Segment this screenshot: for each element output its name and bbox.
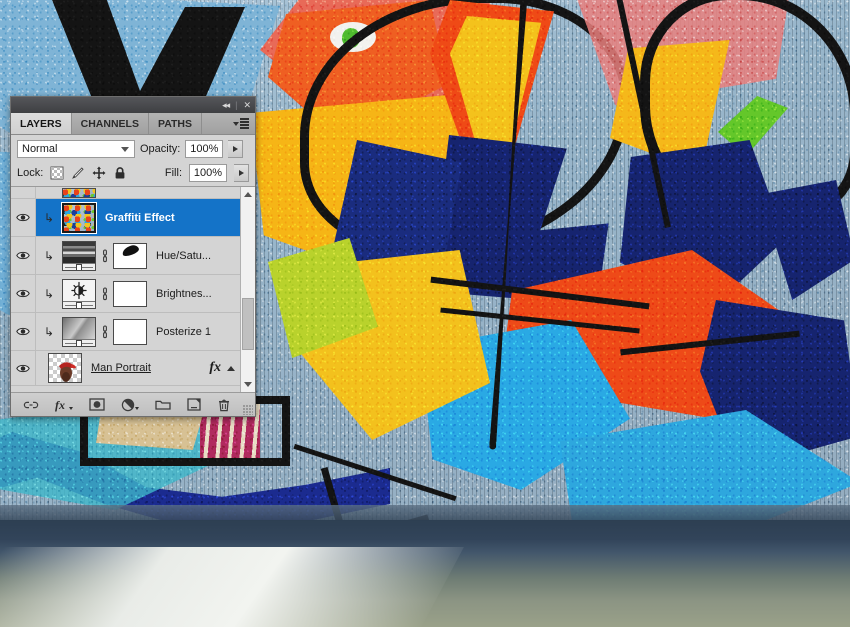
new-layer-icon[interactable] [187, 398, 201, 411]
table-row[interactable]: ↳ [11, 275, 240, 313]
table-row[interactable]: ↳ [11, 313, 240, 351]
scroll-down-button[interactable] [241, 377, 255, 392]
eye-icon [16, 213, 30, 222]
layer-visibility-toggle[interactable] [11, 313, 36, 350]
mask-icon[interactable] [89, 398, 105, 411]
tab-layers[interactable]: LAYERS [11, 113, 72, 134]
titlebar-separator: | [235, 100, 238, 110]
tab-paths[interactable]: PATHS [148, 113, 203, 134]
adjustment-slider-icon [63, 262, 95, 270]
fx-icon[interactable]: fx [55, 398, 73, 412]
opacity-stepper[interactable] [228, 140, 244, 158]
clipping-mask-indicator: ↳ [36, 288, 62, 300]
man-portrait-thumbnail-art [59, 362, 76, 382]
eye-icon [16, 327, 30, 336]
fill-stepper[interactable] [234, 164, 249, 182]
layer-visibility-toggle[interactable] [11, 187, 36, 198]
half-circle-icon[interactable] [121, 398, 139, 412]
table-row[interactable]: Man Portrait fx [11, 351, 240, 386]
layer-mask-thumbnail[interactable] [113, 280, 147, 307]
layer-name-label[interactable]: Posterize 1 [147, 326, 240, 338]
mask-link-icon[interactable] [100, 324, 109, 339]
adjustment-layer-thumbnail[interactable] [62, 278, 96, 309]
table-row[interactable]: ↳ Graffiti Effect [11, 199, 240, 237]
layer-thumbnail[interactable] [62, 187, 96, 198]
layer-name-label[interactable]: Graffiti Effect [96, 212, 240, 224]
fill-input[interactable]: 100% [189, 164, 227, 182]
hue-saturation-icon [63, 241, 95, 263]
posterize-icon [63, 317, 95, 339]
table-row[interactable]: ↳ [11, 237, 240, 275]
lock-label: Lock: [17, 167, 44, 179]
layer-mask-thumbnail[interactable] [113, 318, 147, 345]
lock-row: Lock: Fill: 100% [11, 161, 255, 186]
eye-icon [16, 289, 30, 298]
scroll-up-button[interactable] [241, 187, 255, 202]
clip-arrow-icon: ↳ [43, 210, 55, 225]
collapse-panel-button[interactable]: ◂◂ [222, 100, 230, 110]
layers-panel: ◂◂ | ✕ LAYERS CHANNELS PATHS Normal Opac… [10, 96, 256, 417]
tab-filler [202, 113, 255, 134]
panel-menu-icon[interactable] [233, 118, 249, 129]
layer-mask-thumbnail[interactable] [113, 242, 147, 269]
folder-icon[interactable] [155, 398, 171, 411]
scrollbar-track[interactable] [241, 202, 255, 377]
clip-arrow-icon: ↳ [43, 248, 55, 263]
pavement-ground [0, 520, 850, 627]
lock-transparent-pixels-icon[interactable] [50, 166, 64, 180]
layers-panel-footer: fx [11, 392, 255, 416]
lock-image-pixels-icon[interactable] [71, 166, 85, 180]
lock-position-icon[interactable] [92, 166, 106, 180]
mask-link-icon[interactable] [100, 286, 109, 301]
panel-tabs: LAYERS CHANNELS PATHS [11, 113, 255, 135]
eye-icon [16, 251, 30, 260]
brightness-contrast-icon [63, 279, 95, 301]
layer-name-label[interactable]: Brightnes... [147, 288, 240, 300]
link-icon[interactable] [23, 399, 39, 411]
layer-list[interactable]: ↳ Graffiti Effect ↳ Hue/Satu... ↳ Bright… [11, 187, 240, 392]
layer-list-container: ↳ Graffiti Effect ↳ Hue/Satu... ↳ Bright… [11, 186, 255, 392]
lock-all-icon[interactable] [113, 166, 127, 180]
mask-link-icon[interactable] [100, 248, 109, 263]
layer-visibility-toggle[interactable] [11, 199, 36, 236]
clip-arrow-icon: ↳ [43, 286, 55, 301]
blend-mode-row: Normal Opacity: 100% [11, 135, 255, 161]
layer-thumbnail[interactable] [48, 353, 82, 383]
expand-effects-caret-icon[interactable] [227, 365, 235, 371]
adjustment-slider-icon [63, 300, 95, 308]
close-icon[interactable]: ✕ [243, 100, 250, 110]
trash-icon[interactable] [217, 398, 231, 412]
opacity-label: Opacity: [140, 143, 181, 155]
adjustment-slider-icon [63, 338, 95, 346]
clipping-mask-indicator: ↳ [36, 212, 62, 224]
blend-mode-select[interactable]: Normal [17, 140, 135, 158]
clipping-mask-indicator: ↳ [36, 250, 62, 262]
layer-visibility-toggle[interactable] [11, 275, 36, 312]
adjustment-layer-thumbnail[interactable] [62, 316, 96, 347]
table-row[interactable] [11, 187, 240, 199]
layer-name-label[interactable]: Hue/Satu... [147, 250, 240, 262]
opacity-input[interactable]: 100% [185, 140, 224, 158]
svg-text:fx: fx [55, 398, 65, 412]
adjustment-layer-thumbnail[interactable] [62, 240, 96, 271]
fill-label: Fill: [164, 167, 182, 179]
eye-icon [16, 364, 30, 372]
fx-icon[interactable]: fx [209, 360, 227, 376]
panel-titlebar: ◂◂ | ✕ [11, 97, 255, 113]
tab-channels[interactable]: CHANNELS [71, 113, 149, 134]
panel-resize-grip[interactable] [243, 405, 253, 415]
layer-thumbnail[interactable] [61, 201, 97, 234]
layer-visibility-toggle[interactable] [11, 351, 36, 385]
clip-arrow-icon: ↳ [43, 324, 55, 339]
scrollbar-thumb[interactable] [242, 298, 254, 350]
layer-list-scrollbar[interactable] [240, 187, 255, 392]
screenshot-stage: ◂◂ | ✕ LAYERS CHANNELS PATHS Normal Opac… [0, 0, 850, 627]
layer-visibility-toggle[interactable] [11, 237, 36, 274]
layer-name-label[interactable]: Man Portrait [82, 362, 209, 374]
clipping-mask-indicator: ↳ [36, 326, 62, 338]
chevron-down-icon [121, 146, 129, 152]
blend-mode-value: Normal [22, 143, 58, 155]
